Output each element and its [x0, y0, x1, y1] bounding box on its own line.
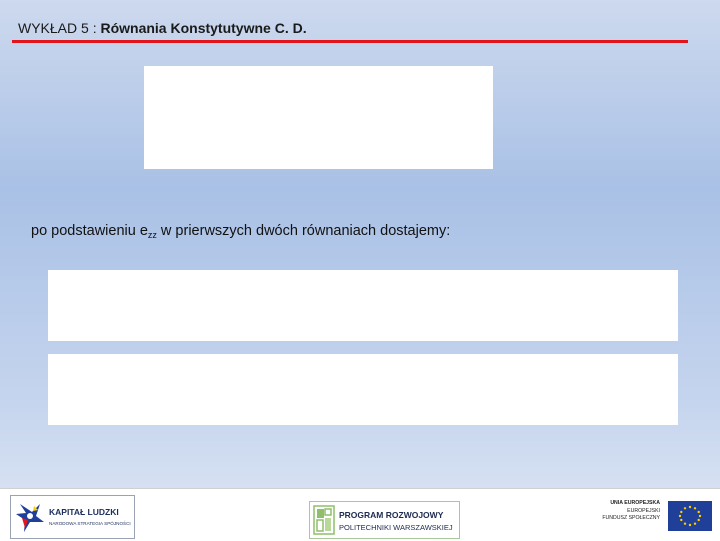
body-text-part2: w prierwszych dwóch równaniach dostajemy…	[156, 223, 451, 239]
footer-logos: KAPITAŁ LUDZKI NARODOWA STRATEGIA SPÓJNO…	[0, 488, 720, 541]
program-rozwojowy-logo: PROGRAM ROZWOJOWY POLITECHNIKI WARSZAWSK…	[309, 501, 460, 539]
formula-image-top	[144, 66, 493, 169]
kapital-ludzki-subtitle: NARODOWA STRATEGIA SPÓJNOŚCI	[49, 521, 131, 526]
slide-title: WYKŁAD 5 : Równania Konstytutywne C. D.	[18, 20, 307, 36]
formula-image-bottom	[48, 354, 678, 425]
body-text-part1: po podstawieniu e	[31, 223, 148, 239]
kapital-ludzki-title: KAPITAŁ LUDZKI	[49, 507, 119, 517]
ue-line-1: UNIA EUROPEJSKA	[610, 500, 660, 506]
unia-europejska-logo: UNIA EUROPEJSKA EUROPEJSKI FUNDUSZ SPOŁE…	[590, 492, 712, 538]
lecture-number: WYKŁAD 5 :	[18, 20, 101, 36]
lecture-topic: Równania Konstytutywne C. D.	[100, 20, 307, 36]
slide-header: WYKŁAD 5 : Równania Konstytutywne C. D.	[12, 18, 688, 43]
eu-flag-icon	[668, 501, 712, 531]
subscript-zz: zz	[147, 230, 157, 240]
kapital-ludzki-logo: KAPITAŁ LUDZKI NARODOWA STRATEGIA SPÓJNO…	[10, 495, 135, 539]
ue-line-3: FUNDUSZ SPOŁECZNY	[602, 515, 660, 521]
program-rozwojowy-mark-icon	[313, 505, 335, 535]
program-rozwojowy-subtitle: POLITECHNIKI WARSZAWSKIEJ	[339, 523, 453, 532]
kapital-ludzki-star-icon	[16, 504, 44, 532]
program-rozwojowy-title: PROGRAM ROZWOJOWY	[339, 510, 444, 520]
ue-line-2: EUROPEJSKI	[627, 508, 660, 514]
body-text: po podstawieniu ezz w prierwszych dwóch …	[31, 223, 450, 240]
formula-image-middle	[48, 270, 678, 341]
